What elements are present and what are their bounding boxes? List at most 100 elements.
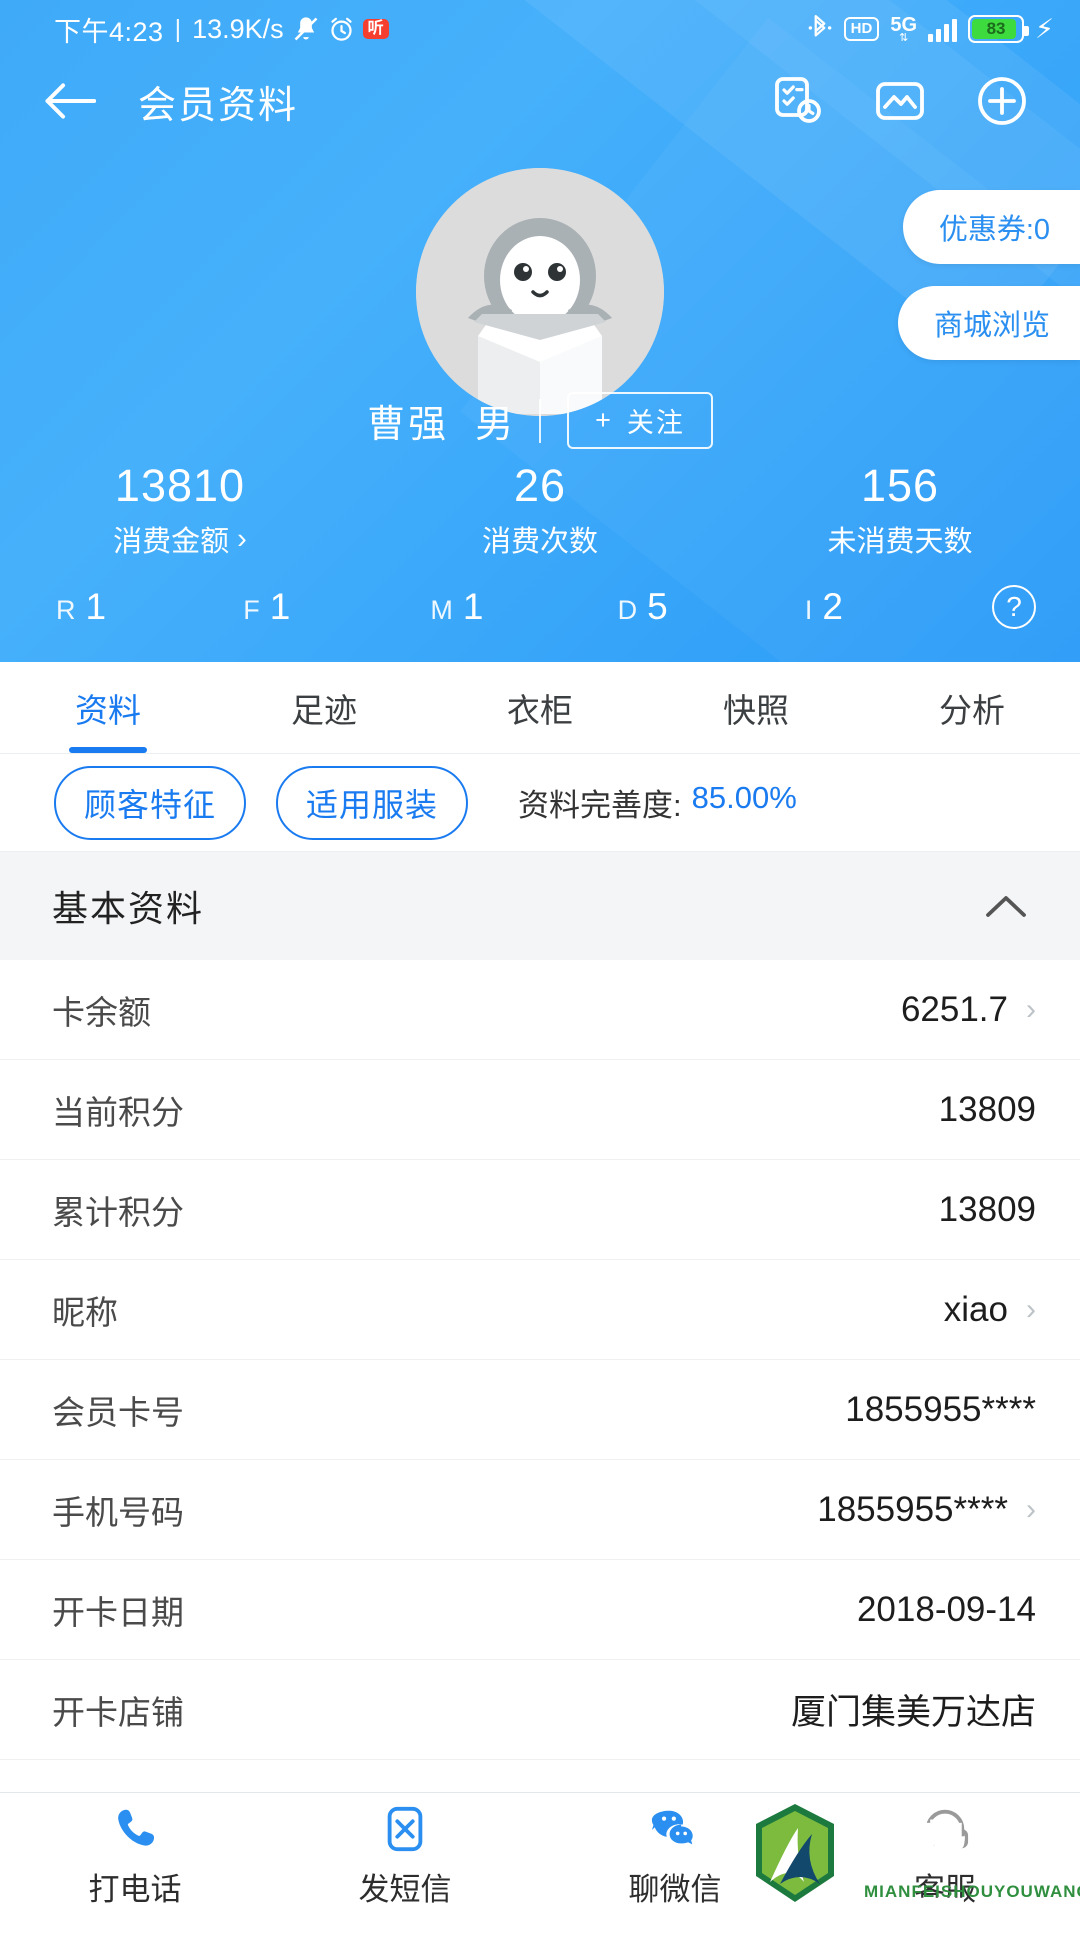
phone-icon <box>110 1804 160 1854</box>
image-chart-icon[interactable] <box>874 75 926 127</box>
default-penguin-avatar <box>416 168 664 416</box>
member-name-row: 曹强 男 + 关注 <box>0 392 1080 449</box>
table-row: 会员卡号 1855955**** <box>0 1360 1080 1460</box>
row-value: xiao <box>944 1290 1008 1330</box>
bottom-action-wechat[interactable]: 聊微信 <box>540 1804 810 1909</box>
profile-completeness: 资料完善度: 85.00% <box>518 780 797 825</box>
table-row[interactable]: 卡余额 6251.7 › <box>0 960 1080 1060</box>
bluetooth-icon <box>807 14 833 44</box>
basic-info-list: 卡余额 6251.7 › 当前积分 13809 累计积分 13809 昵称 xi… <box>0 960 1080 1860</box>
rfm-metrics-row: R 1 F 1 M 1 D 5 I 2 ? <box>0 572 1080 642</box>
rfm-item-d: D 5 <box>618 586 805 628</box>
bottom-action-support[interactable]: 客服 <box>810 1804 1080 1909</box>
stat-value: 156 <box>861 460 939 512</box>
status-bar-right: HD 5G ⇅ 83 ⚡ <box>807 14 1080 45</box>
completeness-label: 资料完善度: <box>518 780 682 825</box>
status-bar-left: 下午4:23 | 13.9K/s 听 <box>0 10 389 49</box>
member-name: 曹强 <box>367 393 449 448</box>
row-value-wrap: 1855955**** › <box>817 1490 1036 1530</box>
chevron-up-icon <box>984 893 1028 919</box>
rfm-item-m: M 1 <box>430 586 617 628</box>
member-stats-row: 13810 消费金额 › 26 消费次数 156 未消费天数 <box>0 455 1080 565</box>
tab-snapshot[interactable]: 快照 <box>648 662 864 753</box>
app-bar: 会员资料 <box>0 58 1080 144</box>
rfm-item-r: R 1 <box>56 586 243 628</box>
bottom-action-bar: 打电话 发短信 聊微信 客服 <box>0 1792 1080 1920</box>
table-row[interactable]: 手机号码 1855955**** › <box>0 1460 1080 1560</box>
stat-label: 消费金额 <box>113 518 229 560</box>
table-row: 开卡店铺 厦门集美万达店 <box>0 1660 1080 1760</box>
coupon-pill-button[interactable]: 优惠券:0 <box>903 190 1080 264</box>
stat-label: 未消费天数 <box>827 518 972 560</box>
row-key: 会员卡号 <box>52 1386 184 1434</box>
help-circle-icon[interactable]: ? <box>992 585 1036 629</box>
completeness-value: 85.00% <box>692 780 797 825</box>
rfm-key: F <box>243 595 260 626</box>
bottom-action-sms[interactable]: 发短信 <box>270 1804 540 1909</box>
rfm-value: 2 <box>822 586 843 628</box>
task-clock-icon[interactable] <box>772 75 824 127</box>
row-value: 2018-09-14 <box>857 1590 1036 1630</box>
wechat-icon <box>650 1804 700 1854</box>
status-bar: 下午4:23 | 13.9K/s 听 HD 5G ⇅ 83 ⚡ <box>0 0 1080 58</box>
name-divider <box>539 399 541 443</box>
row-value: 13809 <box>939 1190 1036 1230</box>
section-title: 基本资料 <box>52 880 204 932</box>
row-value: 6251.7 <box>901 990 1008 1030</box>
stat-label-wrap: 消费金额 › <box>113 518 247 560</box>
chip-customer-traits[interactable]: 顾客特征 <box>54 766 246 840</box>
tab-footprints[interactable]: 足迹 <box>216 662 432 753</box>
stat-days-since-purchase: 156 未消费天数 <box>720 455 1080 565</box>
row-value-wrap: xiao › <box>944 1290 1036 1330</box>
table-row[interactable]: 昵称 xiao › <box>0 1260 1080 1360</box>
rfm-key: D <box>618 595 638 626</box>
avatar[interactable] <box>416 168 664 416</box>
rfm-key: M <box>430 595 453 626</box>
back-arrow-icon[interactable] <box>44 81 96 121</box>
stat-label: 消费次数 <box>482 518 598 560</box>
row-key: 累计积分 <box>52 1186 184 1234</box>
row-key: 昵称 <box>52 1286 118 1334</box>
row-value: 厦门集美万达店 <box>791 1684 1036 1735</box>
status-separator: | <box>175 15 182 44</box>
tab-wardrobe[interactable]: 衣柜 <box>432 662 648 753</box>
rfm-item-f: F 1 <box>243 586 430 628</box>
member-gender: 男 <box>475 393 513 448</box>
row-key: 开卡日期 <box>52 1586 184 1634</box>
section-header-basic-info[interactable]: 基本资料 <box>0 852 1080 960</box>
chevron-right-icon: › <box>237 523 247 556</box>
status-network-speed: 13.9K/s <box>192 14 284 45</box>
stat-spend-amount[interactable]: 13810 消费金额 › <box>0 455 360 565</box>
mall-browse-pill-button[interactable]: 商城浏览 <box>898 286 1080 360</box>
chevron-right-icon: › <box>1026 1295 1036 1325</box>
mute-bell-icon <box>292 15 320 43</box>
rfm-item-i: I 2 <box>805 586 992 628</box>
rfm-value: 1 <box>270 586 291 628</box>
stat-value: 26 <box>514 460 566 512</box>
table-row: 当前积分 13809 <box>0 1060 1080 1160</box>
rfm-key: R <box>56 595 76 626</box>
bottom-action-label: 聊微信 <box>629 1864 722 1909</box>
rfm-key: I <box>805 595 813 626</box>
row-value: 1855955**** <box>845 1390 1036 1430</box>
content-tabs: 资料 足迹 衣柜 快照 分析 <box>0 662 1080 754</box>
follow-button[interactable]: + 关注 <box>567 392 713 449</box>
add-circle-icon[interactable] <box>976 75 1028 127</box>
row-value: 13809 <box>939 1090 1036 1130</box>
bottom-action-label: 发短信 <box>359 1864 452 1909</box>
page-title: 会员资料 <box>138 74 298 129</box>
bottom-action-label: 打电话 <box>89 1864 182 1909</box>
rfm-value: 1 <box>463 586 484 628</box>
chip-suitable-clothing[interactable]: 适用服装 <box>276 766 468 840</box>
lightning-bolt-icon: ⚡ <box>1035 14 1054 45</box>
tab-analysis[interactable]: 分析 <box>864 662 1080 753</box>
chevron-right-icon: › <box>1026 995 1036 1025</box>
tab-profile[interactable]: 资料 <box>0 662 216 753</box>
rfm-value: 1 <box>86 586 107 628</box>
status-time: 下午4:23 <box>54 10 164 49</box>
stat-value: 13810 <box>115 460 245 512</box>
headset-icon <box>920 1804 970 1854</box>
battery-percent: 83 <box>987 19 1006 39</box>
bottom-action-call[interactable]: 打电话 <box>0 1804 270 1909</box>
message-icon <box>380 1804 430 1854</box>
